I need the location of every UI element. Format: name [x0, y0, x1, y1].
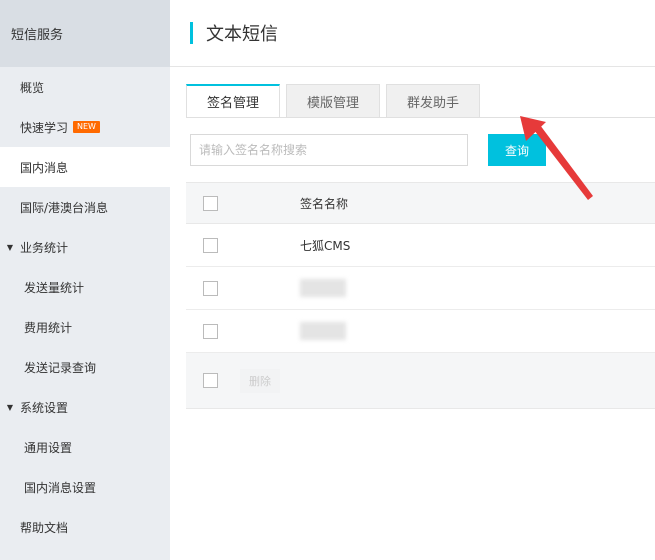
sidebar-item-label: 帮助文档	[20, 520, 69, 535]
redacted-signature-name	[300, 322, 346, 340]
sidebar-item-label: 发送量统计	[24, 280, 85, 295]
search-button[interactable]: 查询	[488, 134, 546, 166]
sidebar-item-label: 国内消息	[20, 160, 69, 175]
sidebar-item-label: 系统设置	[20, 400, 69, 415]
sidebar-item-send-stats[interactable]: 发送量统计	[0, 267, 170, 307]
sidebar-item-label: 概览	[20, 80, 45, 95]
sidebar-group-settings[interactable]: ▼ 系统设置	[0, 387, 170, 427]
sidebar-header: 短信服务	[0, 0, 170, 67]
new-badge: NEW	[73, 121, 100, 133]
sidebar-item-label: 快速学习	[20, 120, 69, 135]
table-footer: 删除	[186, 353, 655, 409]
sidebar-item-domestic[interactable]: 国内消息	[0, 147, 170, 187]
tab-bulk-send-assistant[interactable]: 群发助手	[386, 84, 481, 118]
tab-bar: 签名管理 模版管理 群发助手	[186, 84, 486, 118]
column-header-signature-name: 签名名称	[300, 196, 349, 211]
sidebar-item-send-records[interactable]: 发送记录查询	[0, 347, 170, 387]
sidebar-item-cost-stats[interactable]: 费用统计	[0, 307, 170, 347]
sidebar-item-label: 通用设置	[24, 440, 73, 455]
sidebar-item-help-docs[interactable]: 帮助文档	[0, 507, 170, 547]
sidebar-item-overview[interactable]: 概览	[0, 67, 170, 107]
page-title: 文本短信	[206, 24, 278, 45]
title-accent-bar	[190, 22, 193, 44]
sidebar: 短信服务 概览 快速学习 NEW 国内消息 国际/港澳台消息 ▼ 业务统计 发送量统…	[0, 0, 170, 560]
table-row	[186, 310, 655, 353]
table-row	[186, 267, 655, 310]
table-header: 签名名称	[186, 182, 655, 224]
caret-down-icon: ▼	[6, 402, 14, 412]
sidebar-item-label: 发送记录查询	[24, 360, 97, 375]
redacted-signature-name	[300, 279, 346, 297]
delete-button[interactable]: 删除	[240, 368, 280, 393]
signature-name-cell: 七狐CMS	[300, 238, 351, 253]
sidebar-item-general-settings[interactable]: 通用设置	[0, 427, 170, 467]
search-row: 查询	[190, 134, 546, 166]
select-all-checkbox[interactable]	[203, 195, 218, 211]
row-checkbox[interactable]	[203, 280, 218, 296]
tab-template-management[interactable]: 模版管理	[286, 84, 381, 118]
signature-table: 签名名称 七狐CMS 删除	[186, 182, 655, 409]
sidebar-item-label: 费用统计	[24, 320, 73, 335]
row-checkbox[interactable]	[203, 323, 218, 339]
table-row: 七狐CMS	[186, 224, 655, 267]
footer-select-checkbox[interactable]	[203, 373, 218, 388]
caret-down-icon: ▼	[6, 242, 14, 252]
sidebar-item-domestic-settings[interactable]: 国内消息设置	[0, 467, 170, 507]
tab-signature-management[interactable]: 签名管理	[186, 84, 281, 118]
search-input[interactable]	[190, 134, 468, 166]
sidebar-group-stats[interactable]: ▼ 业务统计	[0, 227, 170, 267]
sidebar-item-label: 国际/港澳台消息	[20, 200, 109, 215]
main-content: 文本短信 签名管理 模版管理 群发助手 查询 签名名称 七狐CMS 删除	[170, 0, 655, 560]
sidebar-item-international[interactable]: 国际/港澳台消息	[0, 187, 170, 227]
sidebar-item-quick-learn[interactable]: 快速学习 NEW	[0, 107, 170, 147]
row-checkbox[interactable]	[203, 237, 218, 253]
sidebar-item-label: 业务统计	[20, 240, 69, 255]
tabs-divider	[186, 117, 655, 118]
title-bar: 文本短信	[170, 0, 655, 67]
sidebar-item-label: 国内消息设置	[24, 480, 97, 495]
